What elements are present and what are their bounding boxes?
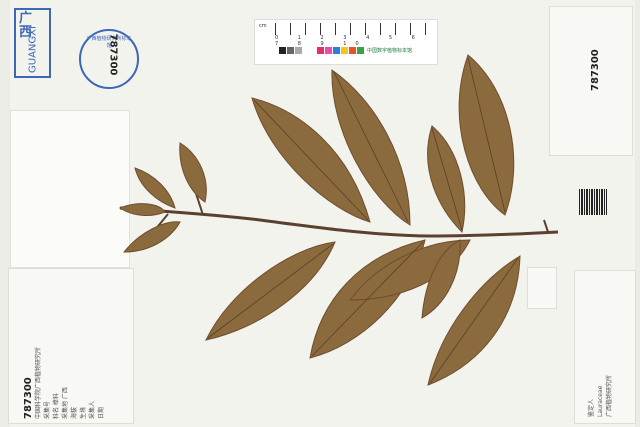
leaf	[122, 221, 181, 253]
stem	[119, 206, 559, 238]
midrib	[311, 241, 424, 357]
leaves	[118, 54, 521, 386]
herbarium-specimen-photo: 广 西 GUANGXI 广西植物研究所标本馆 787300 cm 0 1 2 3…	[0, 0, 640, 427]
plant-specimen	[118, 54, 559, 386]
leaf	[118, 203, 166, 216]
midrib	[207, 243, 334, 339]
leaf	[427, 125, 466, 234]
stem-branch	[543, 219, 549, 233]
leaf	[134, 167, 176, 209]
leaf	[179, 142, 207, 203]
